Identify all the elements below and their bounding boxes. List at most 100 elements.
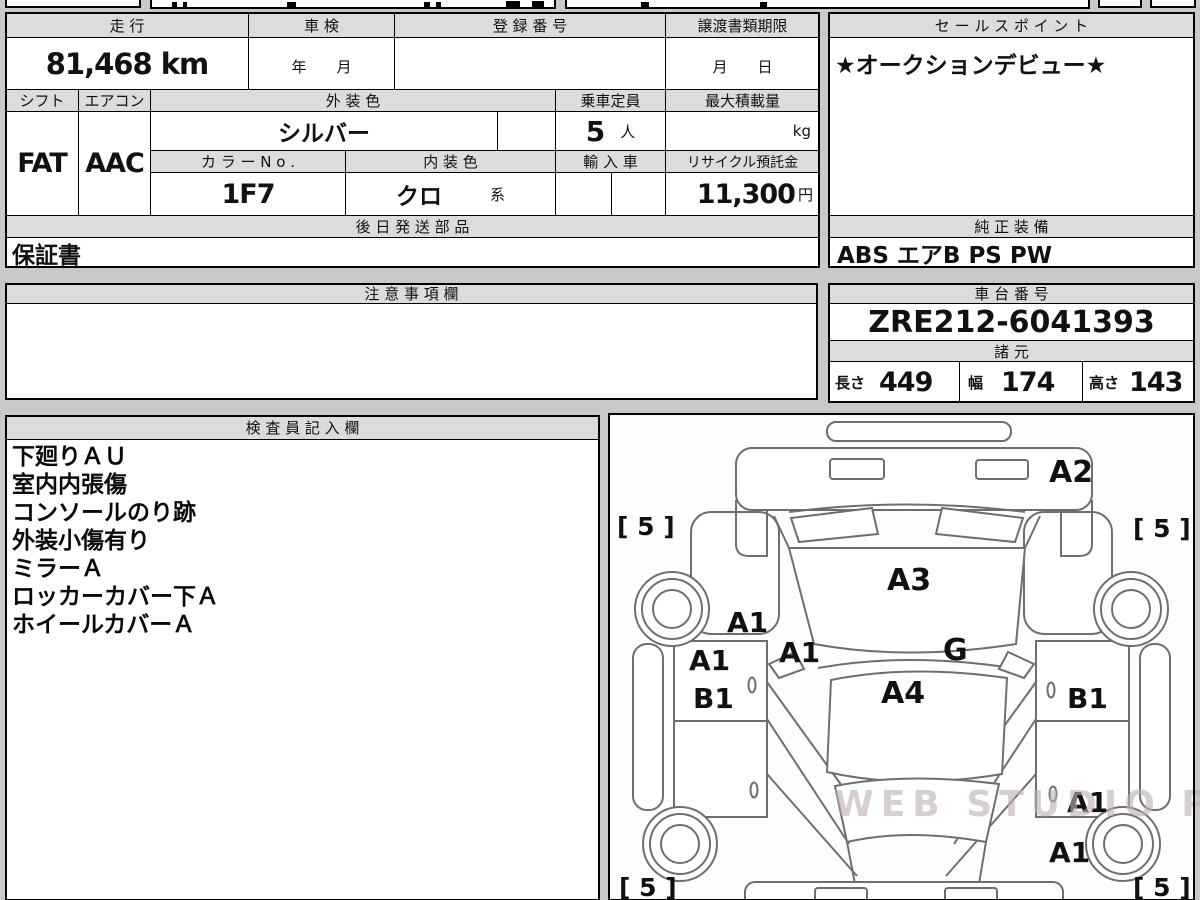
cutoff-text-fragment <box>641 2 649 7</box>
import-car-cell-2 <box>611 172 666 216</box>
front-bumper <box>735 447 1093 511</box>
cutoff-row-fragment <box>1150 0 1196 8</box>
aircon-header: エアコン <box>78 89 151 112</box>
cutoff-text-fragment <box>532 1 544 7</box>
odometer-header: 走 行 <box>5 12 249 38</box>
trunk-side-left <box>846 841 856 885</box>
damage-code-label: B1 <box>693 682 734 715</box>
spec-width-label: 幅 <box>968 373 984 392</box>
damage-code-label: A1 <box>779 636 820 669</box>
auction-sheet: 走 行 車 検 登 録 番 号 譲渡書類期限 81,468 km 年 月 月 日… <box>0 0 1200 900</box>
right-headlight <box>934 506 1025 544</box>
inspector-note-line: 外装小傷有り <box>12 528 150 554</box>
inspector-note-line: ホイールカバーＡ <box>12 612 196 638</box>
damage-code-label: [ 5 ] <box>1133 514 1191 543</box>
capacity-value: 5 人 <box>555 111 666 151</box>
color-no-value: 1F7 <box>150 172 346 216</box>
interior-color-suffix: 系 <box>489 185 505 204</box>
cutoff-text-fragment <box>172 2 177 7</box>
wheel-rear-left <box>642 806 718 882</box>
damage-code-label: A1 <box>1067 786 1108 819</box>
damage-code-label: A4 <box>881 676 925 711</box>
right-sill-panel <box>1139 643 1171 811</box>
right-front-door-handle <box>1046 681 1056 699</box>
chassis-value: ZRE212-6041393 <box>828 303 1195 341</box>
right-mirror <box>997 650 1036 680</box>
odometer-value: 81,468 km <box>5 37 249 90</box>
import-car-cell-1 <box>555 172 612 216</box>
cautions-body <box>5 303 818 400</box>
interior-color-name: クロ <box>395 184 442 210</box>
registration-header: 登 録 番 号 <box>394 12 666 38</box>
capacity-unit: 人 <box>620 122 636 141</box>
cutoff-text-fragment <box>424 2 430 7</box>
aircon-value: AAC <box>78 111 151 216</box>
chassis-header: 車 台 番 号 <box>828 283 1195 304</box>
damage-code-label: [ 5 ] <box>1133 873 1191 899</box>
recycle-deposit-header: リサイクル預託金 <box>665 150 820 173</box>
sales-point-value: ★オークションデビュー★ <box>828 37 1195 216</box>
cutoff-text-fragment <box>506 1 520 7</box>
inspector-note-line: 室内内張傷 <box>12 472 127 498</box>
left-rear-door-handle <box>749 781 759 799</box>
damage-code-label: [ 5 ] <box>617 512 675 541</box>
exterior-color-header: 外 装 色 <box>150 89 556 112</box>
damage-code-label: A1 <box>1049 836 1090 869</box>
rear-plate-rect-right <box>944 887 998 899</box>
front-plate-rect-right <box>975 459 1029 480</box>
damage-code-label: A3 <box>887 563 931 598</box>
left-headlight <box>789 506 880 544</box>
capacity-header: 乗車定員 <box>555 89 666 112</box>
front-bumper-top-strip <box>826 421 1012 442</box>
registration-value <box>394 37 666 90</box>
damage-code-label: A1 <box>727 606 768 639</box>
capacity-number: 5 <box>585 114 606 148</box>
spec-height-label: 高さ <box>1089 373 1120 392</box>
max-load-header: 最大積載量 <box>665 89 820 112</box>
cautions-header: 注 意 事 項 欄 <box>5 283 818 304</box>
cutoff-row-fragment <box>150 0 556 9</box>
damage-code-label: A2 <box>1049 455 1093 490</box>
inspector-note-line: 下廻りＡＵ <box>12 444 127 470</box>
right-rear-door-handle <box>1048 785 1058 803</box>
interior-color-value: クロ 系 <box>345 172 556 216</box>
specs-header: 諸 元 <box>828 340 1195 362</box>
exterior-color-value: シルバー <box>150 111 498 151</box>
import-car-header: 輸 入 車 <box>555 150 666 173</box>
transfer-docs-header: 譲渡書類期限 <box>665 12 820 38</box>
damage-code-label: B1 <box>1067 682 1108 715</box>
spec-width-value: 174 <box>1001 366 1055 398</box>
shaken-header: 車 検 <box>248 12 395 38</box>
spec-length-cell: 長さ 449 <box>828 361 960 403</box>
inspector-note-line: コンソールのり跡 <box>12 500 196 526</box>
inspector-notes-header: 検 査 員 記 入 欄 <box>5 415 600 440</box>
max-load-value: kg <box>665 111 820 151</box>
damage-code-label: G <box>943 633 968 668</box>
damage-code-label: A1 <box>689 644 730 677</box>
rear-window <box>833 777 1001 844</box>
equipment-value: ABS エアB PS PW <box>828 237 1195 268</box>
inspector-note-line: ロッカーカバー下Ａ <box>12 584 219 610</box>
inspector-notes-body: 下廻りＡＵ 室内内張傷 コンソールのり跡 外装小傷有り ミラーＡ ロッカーカバー… <box>5 439 600 900</box>
max-load-unit: kg <box>792 122 811 140</box>
recycle-deposit-unit: 円 <box>797 185 813 204</box>
left-front-door-handle <box>747 676 757 694</box>
transfer-docs-value: 月 日 <box>665 37 820 90</box>
cutoff-text-fragment <box>183 2 187 7</box>
spec-height-value: 143 <box>1129 366 1183 398</box>
spec-width-cell: 幅 174 <box>959 361 1083 403</box>
damage-code-label: [ 5 ] <box>619 873 677 899</box>
front-plate-rect-left <box>829 458 885 480</box>
recycle-deposit-value: 11,300 円 <box>665 172 820 216</box>
spec-height-cell: 高さ 143 <box>1082 361 1195 403</box>
cowl-line <box>817 659 1013 669</box>
shift-value: FAT <box>5 111 79 216</box>
color-no-header: カ ラ ー N o . <box>150 150 346 173</box>
wheel-front-left <box>634 571 710 647</box>
spec-length-value: 449 <box>879 366 933 398</box>
cutoff-row-fragment <box>1098 0 1142 8</box>
shaken-value: 年 月 <box>248 37 395 90</box>
interior-color-header: 内 装 色 <box>345 150 556 173</box>
later-parts-value: 保証書 <box>5 237 820 268</box>
spec-length-label: 長さ <box>835 373 866 392</box>
